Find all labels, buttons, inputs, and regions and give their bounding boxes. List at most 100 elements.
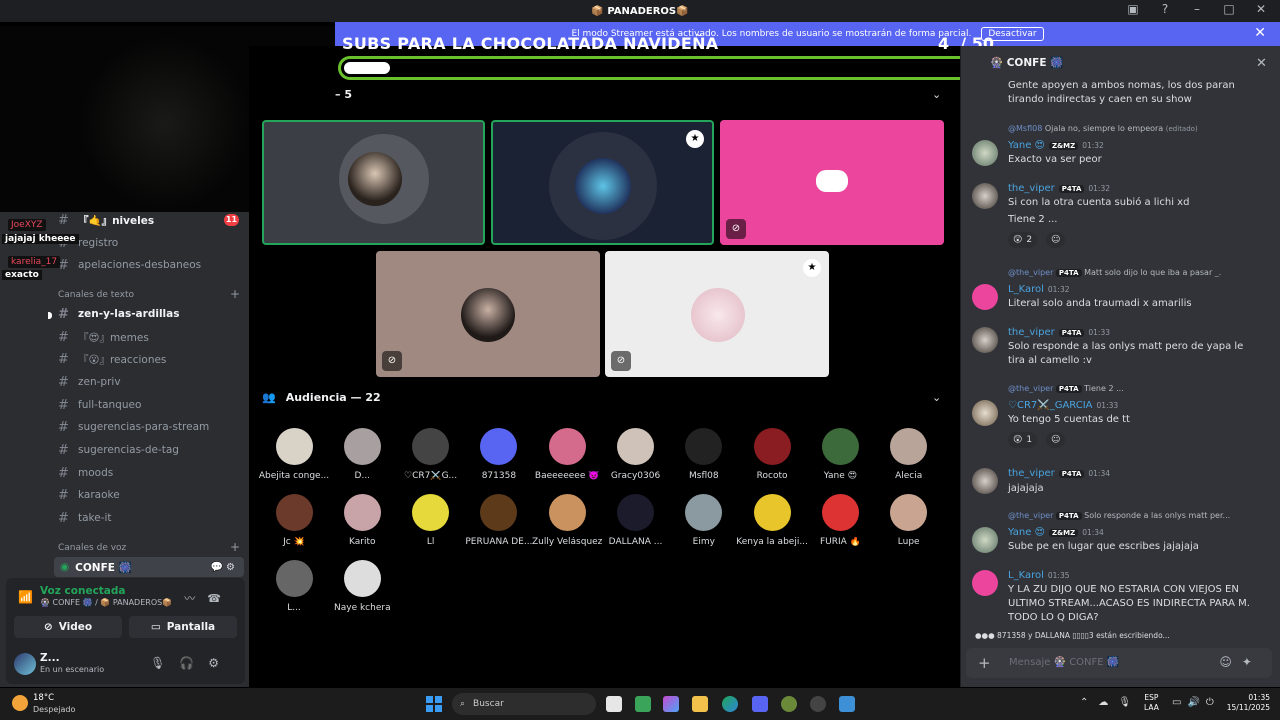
audience-member[interactable]: Msfl08 — [668, 428, 740, 481]
voice-channel-actions[interactable]: 💬⚙ — [211, 562, 238, 573]
minimize-icon[interactable]: – — [1188, 2, 1206, 16]
add-reaction-button[interactable]: ☺ — [1046, 432, 1066, 448]
message-author[interactable]: the_viper P4TA 01:34 — [1008, 468, 1110, 479]
channel-zen-priv[interactable]: # zen-priv — [58, 372, 121, 392]
reply-preview[interactable]: @the_viper P4TA Solo responde a las only… — [1008, 511, 1258, 520]
add-voice-channel-icon[interactable]: + — [230, 540, 240, 554]
language-indicator[interactable]: ESP LAA — [1144, 693, 1159, 713]
channel-take-it[interactable]: # take-it — [58, 508, 112, 528]
audience-member[interactable]: Kenya la abeji... — [736, 494, 808, 547]
close-icon[interactable]: ✕ — [1256, 56, 1267, 71]
close-window-icon[interactable]: ✕ — [1252, 2, 1270, 16]
audience-member[interactable]: L... — [258, 560, 330, 613]
system-tray[interactable]: ⌃☁🎙 — [1080, 697, 1141, 708]
maximize-icon[interactable]: □ — [1220, 2, 1238, 16]
network-volume-icons[interactable]: ▭🔊⏻ — [1172, 697, 1220, 708]
channel-sugerencias-tag[interactable]: # sugerencias-de-tag — [58, 440, 179, 460]
audience-member[interactable]: Yane 😍 — [804, 428, 876, 481]
channel-sugerencias-stream[interactable]: # sugerencias-para-stream — [58, 417, 209, 437]
reply-preview[interactable]: @Msfl08 Ojala no, siempre lo empeora (ed… — [1008, 124, 1258, 133]
audience-member[interactable]: Eimy — [668, 494, 740, 547]
add-channel-icon[interactable]: + — [230, 287, 240, 301]
avatar[interactable] — [972, 183, 998, 209]
avatar[interactable] — [972, 527, 998, 553]
reply-preview[interactable]: @the_viper P4TA Tiene 2 ... — [1008, 384, 1258, 393]
copilot-icon[interactable] — [663, 696, 679, 712]
start-icon[interactable] — [426, 696, 442, 712]
file-explorer-icon[interactable] — [692, 696, 708, 712]
avatar[interactable] — [972, 284, 998, 310]
voice-panel-actions[interactable]: 〰☎ — [184, 590, 233, 606]
task-view-icon[interactable] — [606, 696, 622, 712]
message-author[interactable]: ♡CR7⚔️_GARCIA 01:33 — [1008, 400, 1118, 411]
audience-member[interactable]: ♡CR7⚔️G... — [395, 428, 467, 481]
voice-status[interactable]: Voz conectada — [40, 585, 126, 597]
store-icon[interactable] — [635, 696, 651, 712]
attach-icon[interactable]: + — [978, 654, 991, 672]
obs-icon[interactable] — [810, 696, 826, 712]
message-input[interactable]: Mensaje 🎡 CONFE 🎆 — [1009, 657, 1119, 668]
avatar[interactable] — [972, 140, 998, 166]
channel-apelaciones[interactable]: # apelaciones-desbaneos — [58, 255, 201, 275]
app-icon[interactable] — [781, 696, 797, 712]
audience-member[interactable]: Abejita conge... — [258, 428, 330, 481]
channel-memes[interactable]: # 『😍』memes — [58, 327, 149, 347]
audience-member[interactable]: Lupe — [873, 494, 945, 547]
channel-zen-y-las-ardillas[interactable]: # zen-y-las-ardillas — [58, 304, 179, 324]
weather-icon[interactable] — [12, 695, 28, 711]
weather-desc[interactable]: Despejado — [33, 705, 75, 714]
screen-share-button[interactable]: ▭ Pantalla — [129, 616, 237, 638]
message-author[interactable]: L_Karol 01:32 — [1008, 284, 1070, 295]
speaker-tile[interactable]: ★ — [491, 120, 714, 245]
speaker-tile[interactable]: ⊘ — [720, 120, 944, 245]
message-composer[interactable]: + Mensaje 🎡 CONFE 🎆 ☺✦ — [966, 648, 1272, 678]
audience-member[interactable]: DALLANA ... — [600, 494, 672, 547]
audience-member[interactable]: Karito — [326, 494, 398, 547]
speaker-tile[interactable]: ⊘ — [376, 251, 600, 377]
speaker-tile[interactable] — [262, 120, 485, 245]
close-icon[interactable]: ✕ — [1254, 25, 1266, 41]
channel-reacciones[interactable]: # 『😮』reacciones — [58, 349, 166, 369]
emoji-icon[interactable]: ☺✦ — [1219, 655, 1262, 669]
avatar[interactable] — [972, 327, 998, 353]
avatar[interactable] — [972, 468, 998, 494]
chevron-down-icon[interactable]: ⌄ — [932, 391, 941, 404]
message-author[interactable]: Yane 😍 Z&MZ 01:34 — [1008, 527, 1104, 538]
weather-temp[interactable]: 18°C — [33, 693, 54, 703]
audience-member[interactable]: Naye kchera — [326, 560, 398, 613]
user-controls[interactable]: 🎙🎧⚙ — [150, 656, 233, 670]
message-author[interactable]: the_viper P4TA 01:32 — [1008, 183, 1110, 194]
avatar[interactable] — [972, 400, 998, 426]
reaction[interactable]: 😲 1 — [1008, 432, 1038, 448]
reply-preview[interactable]: @the_viper P4TA Matt solo dijo lo que ib… — [1008, 268, 1258, 277]
app-icon[interactable] — [839, 696, 855, 712]
clock[interactable]: 01:35 15/11/2025 — [1226, 693, 1270, 713]
chevron-down-icon[interactable]: ⌄ — [932, 88, 941, 101]
audience-member[interactable]: Gracy0306 — [600, 428, 672, 481]
message-author[interactable]: L_Karol 01:35 — [1008, 570, 1070, 581]
audience-member[interactable]: Alecia — [873, 428, 945, 481]
voice-channel-confe[interactable]: ◉ CONFE 🎆 💬⚙ — [54, 557, 244, 577]
reaction[interactable]: 😲 2 — [1008, 232, 1038, 248]
audience-member[interactable]: Rocoto — [736, 428, 808, 481]
audience-member[interactable]: D... — [326, 428, 398, 481]
audience-member[interactable]: Baeeeeeee 👿 — [531, 428, 603, 481]
audience-member[interactable]: Jc 💥 — [258, 494, 330, 547]
channel-moods[interactable]: # moods — [58, 463, 113, 483]
message-author[interactable]: the_viper P4TA 01:33 — [1008, 327, 1110, 338]
discord-icon[interactable] — [752, 696, 768, 712]
taskbar-search[interactable]: ⌕ Buscar — [452, 693, 596, 715]
audience-member[interactable]: PERUANA DE... — [463, 494, 535, 547]
video-button[interactable]: ⊘ Video — [14, 616, 122, 638]
edge-icon[interactable] — [722, 696, 738, 712]
message-author[interactable]: Yane 😍 Z&MZ 01:32 — [1008, 140, 1104, 151]
audience-member[interactable]: Zully Velásquez — [531, 494, 603, 547]
add-reaction-button[interactable]: ☺ — [1046, 232, 1066, 248]
text-channels-section[interactable]: Canales de texto — [58, 290, 134, 300]
signal-icon[interactable]: 📶 — [18, 590, 33, 604]
channel-karaoke[interactable]: # karaoke — [58, 485, 120, 505]
speaker-tile[interactable]: ★ ⊘ — [605, 251, 829, 377]
audience-member[interactable]: 871358 — [463, 428, 535, 481]
audience-member[interactable]: Ll — [395, 494, 467, 547]
inbox-icon[interactable]: ▣ — [1124, 2, 1142, 16]
